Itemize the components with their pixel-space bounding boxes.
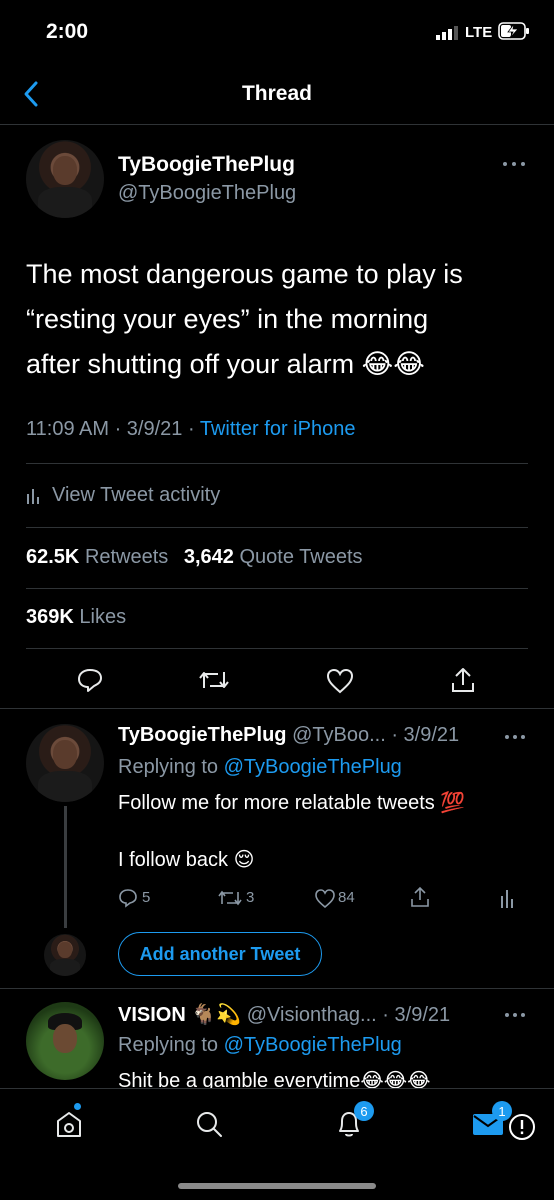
view-activity-label: View Tweet activity <box>52 483 221 506</box>
divider <box>26 648 528 649</box>
battery-charging-icon <box>498 22 530 40</box>
signal-icon <box>436 24 460 40</box>
quotes-label: Quote Tweets <box>239 546 363 568</box>
share-icon[interactable] <box>410 886 430 908</box>
tweet-meta: 11:09 AM · 3/9/21 · Twitter for iPhone <box>26 418 355 441</box>
add-another-tweet-button[interactable]: Add another Tweet <box>118 932 322 976</box>
header-divider <box>0 124 554 125</box>
divider <box>0 988 554 989</box>
page-title: Thread <box>241 82 312 105</box>
reply-action-bar: 5 3 84 <box>118 886 518 912</box>
reply-display-name[interactable]: VISION 🐐💫 <box>118 1004 241 1026</box>
more-options-icon[interactable] <box>504 1011 526 1019</box>
like-heart-icon[interactable] <box>314 889 336 909</box>
retweets-count: 62.5K <box>26 546 80 568</box>
tweet-text-line: “resting your eyes” in the morning <box>26 304 429 334</box>
replying-to-label: Replying to <box>118 756 224 778</box>
divider <box>26 588 528 589</box>
quotes-count: 3,642 <box>183 546 234 568</box>
reply-header: TyBoogieThePlug @TyBoo... · 3/9/21 <box>118 724 459 747</box>
reply-handle[interactable]: @Visionthag... <box>247 1004 377 1026</box>
share-icon[interactable] <box>450 666 476 694</box>
header: Thread <box>0 64 554 122</box>
likes-stat[interactable]: 369K Likes <box>26 606 126 629</box>
network-label: LTE <box>465 24 493 41</box>
divider <box>0 708 554 709</box>
reply-text: Follow me for more relatable tweets 💯 I … <box>118 790 465 872</box>
reply-date: · 3/9/21 <box>382 1004 451 1026</box>
likes-count: 369K <box>26 606 74 628</box>
reply-text: Shit be a gamble everytime😂😂😂 <box>118 1070 431 1088</box>
author-display-name[interactable]: TyBoogieThePlug <box>118 153 295 177</box>
reply-text-line: Follow me for more relatable tweets 💯 <box>118 792 466 814</box>
replying-to: Replying to @TyBoogieThePlug <box>118 756 402 779</box>
likes-label: Likes <box>79 606 127 628</box>
avatar[interactable] <box>26 140 104 218</box>
divider <box>26 527 528 528</box>
home-icon[interactable] <box>54 1109 84 1139</box>
tweet-source-link[interactable]: Twitter for iPhone <box>200 418 356 440</box>
replying-to: Replying to @TyBoogieThePlug <box>118 1034 402 1057</box>
reply-icon[interactable] <box>76 666 104 694</box>
like-count: 84 <box>338 889 355 906</box>
tweet-timestamp: 11:09 AM · 3/9/21 · <box>26 418 200 440</box>
engagement-row: 62.5K Retweets 3,642 Quote Tweets <box>26 546 363 569</box>
author-handle[interactable]: @TyBoogieThePlug <box>118 182 296 205</box>
replying-to-handle[interactable]: @TyBoogieThePlug <box>224 756 402 778</box>
home-new-dot <box>74 1103 81 1110</box>
avatar[interactable] <box>26 724 104 802</box>
retweet-count: 3 <box>246 889 255 906</box>
tweet-text-line: after shutting off your alarm 😂😂 <box>26 349 425 379</box>
notifications-badge: 6 <box>354 1101 374 1121</box>
reply-date: · 3/9/21 <box>391 724 460 746</box>
reply-handle[interactable]: @TyBoo... <box>292 724 386 746</box>
more-options-icon[interactable] <box>504 733 526 741</box>
avatar <box>44 934 86 976</box>
retweets-label: Retweets <box>84 546 169 568</box>
status-time: 2:00 <box>46 20 89 43</box>
status-bar: 2:00 LTE <box>0 0 554 60</box>
retweets-stat[interactable]: 62.5K Retweets <box>26 546 168 568</box>
tab-bar: 6 1 <box>0 1088 554 1200</box>
reply-display-name[interactable]: TyBoogieThePlug <box>118 724 287 746</box>
analytics-icon <box>26 486 40 504</box>
reply-header: VISION 🐐💫 @Visionthag... · 3/9/21 <box>118 1002 450 1027</box>
retweet-icon[interactable] <box>218 889 242 907</box>
reply-text-line: I follow back 😌 <box>118 849 255 871</box>
info-alert-icon[interactable] <box>508 1113 536 1141</box>
replying-to-handle[interactable]: @TyBoogieThePlug <box>224 1034 402 1056</box>
view-activity-row[interactable]: View Tweet activity <box>26 480 220 510</box>
quotes-stat[interactable]: 3,642 Quote Tweets <box>184 546 363 568</box>
more-options-icon[interactable] <box>502 160 526 168</box>
divider <box>26 463 528 464</box>
tweet-text-line: The most dangerous game to play is <box>26 259 463 289</box>
analytics-icon[interactable] <box>500 888 514 908</box>
home-indicator <box>178 1183 376 1189</box>
reply-count: 5 <box>142 889 151 906</box>
thread-connector-line <box>64 806 67 928</box>
retweet-icon[interactable] <box>198 668 230 692</box>
like-heart-icon[interactable] <box>326 668 354 694</box>
reply-icon[interactable] <box>118 888 138 908</box>
tweet-text: The most dangerous game to play is “rest… <box>26 252 536 387</box>
avatar[interactable] <box>26 1002 104 1080</box>
search-icon[interactable] <box>194 1109 224 1139</box>
replying-to-label: Replying to <box>118 1034 224 1056</box>
